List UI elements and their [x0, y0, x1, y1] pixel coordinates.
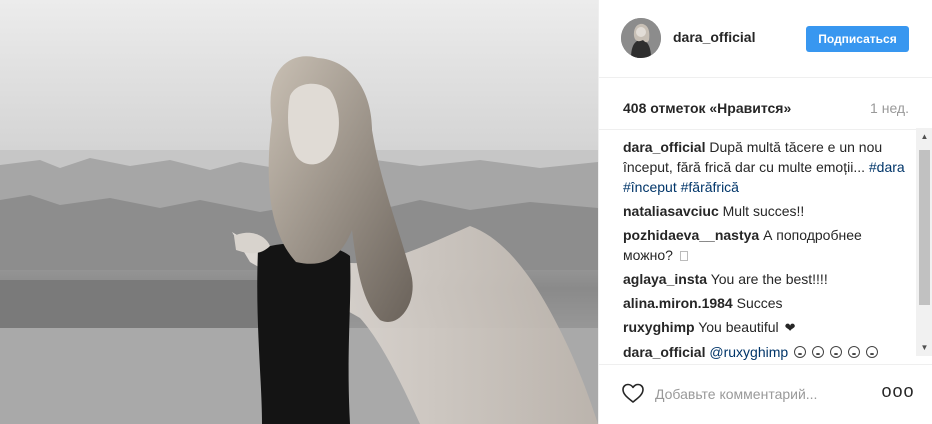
comment-text: You are the best!!!! — [710, 271, 828, 287]
post-time[interactable]: 1 нед. — [870, 100, 909, 116]
mention-link[interactable]: @ruxyghimp — [709, 344, 788, 360]
follow-button[interactable]: Подписаться — [806, 26, 909, 52]
comment-item: dara_official @ruxyghimp — [623, 342, 911, 360]
post-photo[interactable] — [0, 0, 598, 424]
scroll-up-arrow-icon[interactable]: ▲ — [916, 128, 932, 145]
comment-author[interactable]: ruxyghimp — [623, 319, 695, 335]
comment-text: You beautiful — [698, 319, 779, 335]
hashtag-link[interactable]: #fărăfrică — [681, 179, 739, 195]
comment-footer: ooo — [599, 364, 932, 424]
comment-text: Mult succes!! — [722, 203, 805, 219]
comment-item: nataliasavciuc Mult succes!! — [623, 201, 911, 221]
comment-author[interactable]: nataliasavciuc — [623, 203, 719, 219]
comment-input[interactable] — [655, 383, 865, 405]
comment-item: aglaya_insta You are the best!!!! — [623, 269, 911, 289]
surprised-emoji-icon — [847, 346, 860, 358]
likes-row: 408 отметок «Нравится» 1 нед. — [599, 78, 932, 130]
comment-item: pozhidaeva__nastya А поподробнее можно? — [623, 225, 911, 265]
comment-author[interactable]: dara_official — [623, 139, 705, 155]
comment-author[interactable]: aglaya_insta — [623, 271, 707, 287]
comments-scrollbar[interactable]: ▲ ▼ — [916, 128, 932, 356]
scroll-thumb[interactable] — [919, 150, 930, 305]
surprised-emoji-icon — [865, 346, 878, 358]
photo-illustration — [0, 0, 598, 424]
woman-emoji-icon — [794, 346, 807, 358]
comments-list: dara_official După multă tăcere e un nou… — [623, 137, 911, 360]
comment-author[interactable]: alina.miron.1984 — [623, 295, 733, 311]
hashtag-link[interactable]: #dara — [869, 159, 905, 175]
scroll-down-arrow-icon[interactable]: ▼ — [916, 339, 932, 356]
hashtag-link[interactable]: #început — [623, 179, 677, 195]
post-header: dara_official Подписаться — [599, 0, 932, 78]
post-username[interactable]: dara_official — [673, 29, 755, 45]
comment-author[interactable]: dara_official — [623, 344, 705, 360]
comment-author[interactable]: pozhidaeva__nastya — [623, 227, 759, 243]
comment-item: alina.miron.1984 Succes — [623, 293, 911, 313]
surprised-emoji-icon — [811, 346, 824, 358]
likes-count[interactable]: 408 отметок «Нравится» — [623, 100, 791, 116]
avatar-image — [621, 18, 661, 58]
surprised-emoji-icon — [829, 346, 842, 358]
ellipsis-icon[interactable]: ooo — [881, 379, 913, 403]
black-heart-emoji-icon: ❤ — [784, 320, 796, 335]
post-sidebar: dara_official Подписаться 408 отметок «Н… — [598, 0, 932, 424]
comment-text: Succes — [736, 295, 783, 311]
heart-outline-icon[interactable] — [621, 381, 645, 405]
comment-item: dara_official După multă tăcere e un nou… — [623, 137, 911, 197]
avatar[interactable] — [621, 18, 661, 58]
comment-item: ruxyghimp You beautiful ❤ — [623, 317, 911, 338]
unsupported-emoji-icon — [679, 251, 688, 262]
